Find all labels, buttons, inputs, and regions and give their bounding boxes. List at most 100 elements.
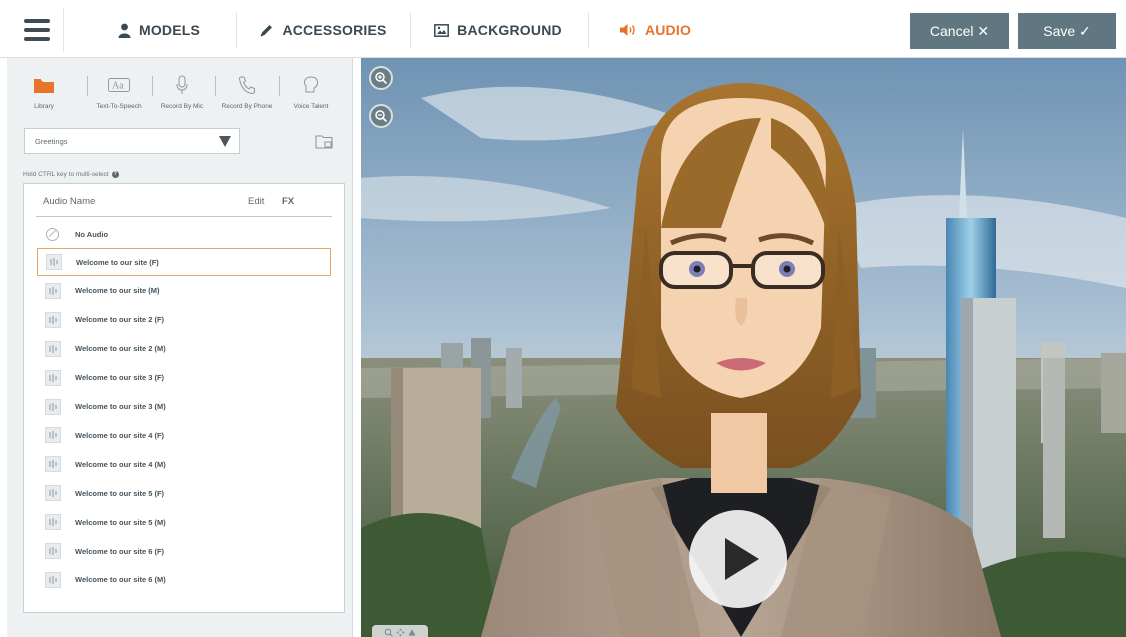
source-tab-label: Record By Phone xyxy=(221,103,273,110)
source-tab-label: Voice Talent xyxy=(293,103,329,110)
menu-bar xyxy=(24,37,50,41)
move-icon xyxy=(396,628,405,636)
audio-file-icon xyxy=(45,427,61,444)
list-item-label: Welcome to our site 4 (M) xyxy=(75,459,166,469)
list-item-audio[interactable]: Welcome to our site 4 (M) xyxy=(37,450,331,478)
source-tab-record-by-mic[interactable]: Record By Mic xyxy=(153,72,211,110)
list-item-label: Welcome to our site 6 (M) xyxy=(75,575,166,585)
audio-library-panel: Library Aa Text-To-Speech Record By Mic … xyxy=(7,58,353,637)
list-item-no-audio[interactable]: No Audio xyxy=(37,220,331,248)
list-item-audio[interactable]: Welcome to our site 5 (M) xyxy=(37,508,331,536)
hint-text: Hold CTRL key to multi-select xyxy=(23,171,109,178)
list-item-label: Welcome to our site 2 (F) xyxy=(75,315,165,325)
audio-file-icon xyxy=(46,254,62,270)
tab-label: ACCESSORIES xyxy=(282,22,387,38)
audio-file-icon xyxy=(45,456,61,473)
cancel-label: Cancel ✕ xyxy=(929,22,990,39)
tab-label: MODELS xyxy=(138,22,201,38)
tab-accessories[interactable]: ACCESSORIES xyxy=(238,8,408,52)
audio-file-icon xyxy=(45,571,61,588)
audio-file-icon xyxy=(45,398,61,415)
save-button[interactable]: Save ✓ xyxy=(1018,13,1116,49)
category-select[interactable]: Greetings xyxy=(24,128,240,154)
source-tab-label: Record By Mic xyxy=(160,103,204,110)
list-item-label: Welcome to our site 5 (M) xyxy=(75,517,166,527)
audio-file-icon xyxy=(45,543,61,559)
stage-controls[interactable] xyxy=(372,625,428,637)
column-header-fx: FX xyxy=(282,196,295,207)
source-tab-label: Text-To-Speech xyxy=(96,103,142,110)
audio-source-tabs: Library Aa Text-To-Speech Record By Mic … xyxy=(7,72,353,116)
zoom-out-button[interactable] xyxy=(369,104,393,128)
tab-audio[interactable]: AUDIO xyxy=(590,8,720,52)
hamburger-menu-button[interactable] xyxy=(10,8,64,52)
no-audio-icon xyxy=(46,227,59,241)
divider xyxy=(36,216,332,217)
list-item-audio[interactable]: Welcome to our site 3 (M) xyxy=(37,393,331,421)
speaker-icon xyxy=(619,24,635,36)
source-tab-voice-talent[interactable]: Voice Talent xyxy=(285,72,337,110)
list-item-audio[interactable]: Welcome to our site (M) xyxy=(37,277,331,305)
zoom-in-icon xyxy=(375,72,388,85)
list-item-audio[interactable]: Welcome to our site 2 (M) xyxy=(37,335,331,363)
list-item-audio[interactable]: Welcome to our site 6 (F) xyxy=(37,537,331,565)
help-icon[interactable]: ? xyxy=(111,171,119,178)
text-icon: Aa xyxy=(108,72,130,98)
list-item-label: Welcome to our site 3 (F) xyxy=(75,373,165,383)
zoom-out-icon xyxy=(375,110,388,123)
list-header: Audio Name Edit FX xyxy=(24,184,344,218)
audio-file-icon xyxy=(45,514,61,531)
menu-bar xyxy=(24,19,50,23)
source-tab-library[interactable]: Library xyxy=(27,72,61,110)
multi-select-hint: Hold CTRL key to multi-select ? xyxy=(23,171,119,178)
phone-icon xyxy=(238,72,256,98)
list-item-audio[interactable]: Welcome to our site 3 (F) xyxy=(37,364,331,392)
list-item-audio[interactable]: Welcome to our site (F) xyxy=(37,248,331,276)
zoom-icon xyxy=(384,628,393,637)
svg-text:Aa: Aa xyxy=(112,81,124,92)
audio-list: Audio Name Edit FX No Audio Welcome to o… xyxy=(23,183,345,613)
list-item-audio[interactable]: Welcome to our site 6 (M) xyxy=(37,566,331,594)
tab-background[interactable]: BACKGROUND xyxy=(412,8,584,52)
list-item-label: Welcome to our site (F) xyxy=(76,257,159,267)
folder-icon xyxy=(34,72,54,98)
source-tab-record-by-phone[interactable]: Record By Phone xyxy=(215,72,279,110)
pencil-icon xyxy=(260,24,273,36)
list-item-label: Welcome to our site 3 (M) xyxy=(75,402,166,411)
column-header-audio-name: Audio Name xyxy=(43,196,96,207)
list-item-label: Welcome to our site 4 (F) xyxy=(75,430,165,440)
audio-file-icon xyxy=(45,311,61,328)
zoom-in-button[interactable] xyxy=(369,66,393,90)
list-item-label: Welcome to our site 2 (M) xyxy=(75,344,166,354)
play-icon xyxy=(725,538,759,580)
source-tab-label: Library xyxy=(34,103,54,110)
audio-file-icon xyxy=(45,485,61,502)
list-item-label: Welcome to our site 6 (F) xyxy=(75,546,165,556)
tab-label: AUDIO xyxy=(644,22,692,38)
audio-file-icon xyxy=(45,340,61,357)
folder-open-icon[interactable] xyxy=(315,134,335,150)
person-icon xyxy=(118,23,131,38)
audio-file-icon xyxy=(45,369,61,386)
list-item-audio[interactable]: Welcome to our site 2 (F) xyxy=(37,306,331,334)
list-item-label: No Audio xyxy=(75,229,109,239)
divider xyxy=(588,12,589,48)
tab-label: BACKGROUND xyxy=(457,22,562,38)
column-header-edit: Edit xyxy=(248,196,265,207)
category-select-value: Greetings xyxy=(35,136,68,146)
list-item-audio[interactable]: Welcome to our site 5 (F) xyxy=(37,479,331,507)
cancel-button[interactable]: Cancel ✕ xyxy=(910,13,1009,49)
dropdown-arrow-icon xyxy=(219,136,231,147)
play-button[interactable] xyxy=(689,510,787,608)
divider xyxy=(410,12,411,48)
divider xyxy=(236,12,237,48)
source-tab-text-to-speech[interactable]: Aa Text-To-Speech xyxy=(89,72,149,110)
divider xyxy=(87,76,88,96)
voice-talent-icon xyxy=(303,72,319,98)
list-item-label: Welcome to our site 5 (F) xyxy=(75,488,165,498)
save-label: Save ✓ xyxy=(1043,22,1091,39)
tab-models[interactable]: MODELS xyxy=(84,8,234,52)
image-icon xyxy=(434,23,450,37)
list-item-audio[interactable]: Welcome to our site 4 (F) xyxy=(37,421,331,449)
divider xyxy=(279,76,280,96)
